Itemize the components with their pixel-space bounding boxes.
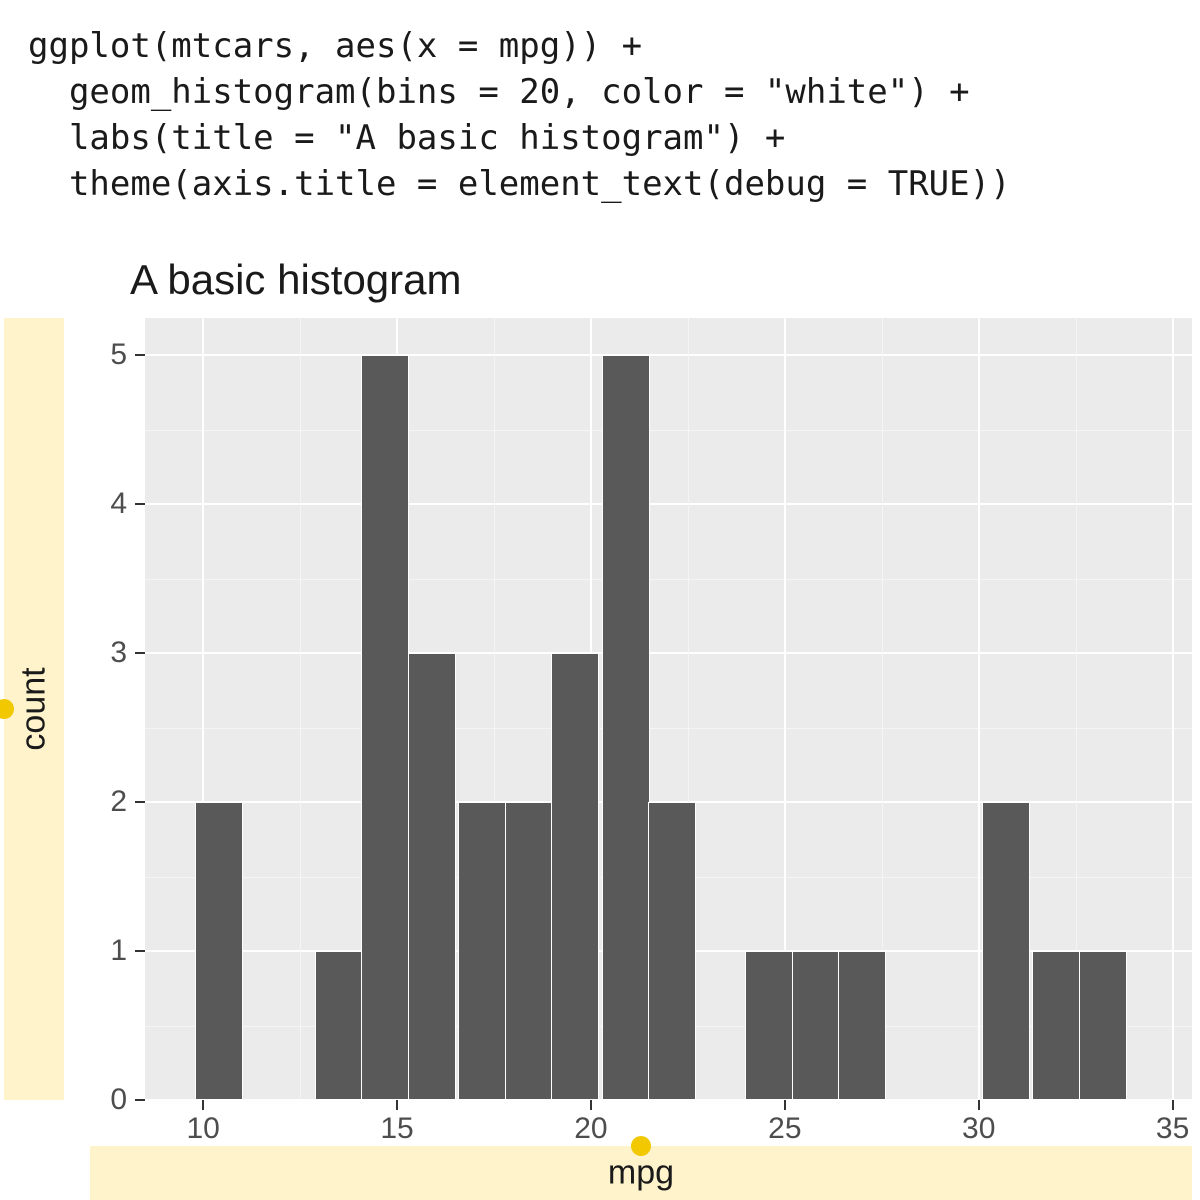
x-axis-title: mpg: [608, 1154, 674, 1193]
grid-minor-h: [145, 430, 1192, 431]
histogram-bar: [458, 802, 506, 1100]
plot-container: A basic histogram count mpg 012345101520…: [0, 226, 1200, 1200]
y-tick-mark: [135, 950, 145, 952]
x-tick-mark: [590, 1100, 592, 1110]
histogram-bar: [551, 653, 599, 1100]
y-axis-title: count: [15, 667, 54, 750]
histogram-bar: [1079, 951, 1127, 1100]
y-tick-mark: [135, 652, 145, 654]
grid-major-h: [145, 503, 1192, 505]
x-tick-mark: [784, 1100, 786, 1110]
histogram-bar: [1032, 951, 1080, 1100]
grid-minor-h: [145, 728, 1192, 729]
histogram-bar: [315, 951, 363, 1100]
histogram-bar: [838, 951, 886, 1100]
grid-major-v: [978, 318, 980, 1100]
histogram-bar: [505, 802, 553, 1100]
grid-major-h: [145, 652, 1192, 654]
histogram-bar: [408, 653, 456, 1100]
x-tick-mark: [396, 1100, 398, 1110]
histogram-bar: [648, 802, 696, 1100]
y-tick-mark: [135, 801, 145, 803]
x-tick-mark: [978, 1100, 980, 1110]
r-code-block: ggplot(mtcars, aes(x = mpg)) + geom_hist…: [0, 0, 1200, 216]
debug-anchor-dot-x: [631, 1136, 651, 1156]
y-tick-mark: [135, 354, 145, 356]
plot-title: A basic histogram: [130, 256, 462, 304]
histogram-bar: [745, 951, 793, 1100]
histogram-bar: [602, 355, 650, 1100]
grid-minor-h: [145, 579, 1192, 580]
plot-panel: 012345101520253035: [145, 318, 1192, 1100]
x-tick-mark: [1172, 1100, 1174, 1110]
histogram-bar: [792, 951, 840, 1100]
x-tick-mark: [202, 1100, 204, 1110]
histogram-bar: [361, 355, 409, 1100]
y-tick-mark: [135, 503, 145, 505]
y-tick-mark: [135, 1099, 145, 1101]
grid-major-h: [145, 354, 1192, 356]
histogram-bar: [195, 802, 243, 1100]
grid-minor-v: [300, 318, 301, 1100]
grid-major-v: [1172, 318, 1174, 1100]
histogram-bar: [982, 802, 1030, 1100]
